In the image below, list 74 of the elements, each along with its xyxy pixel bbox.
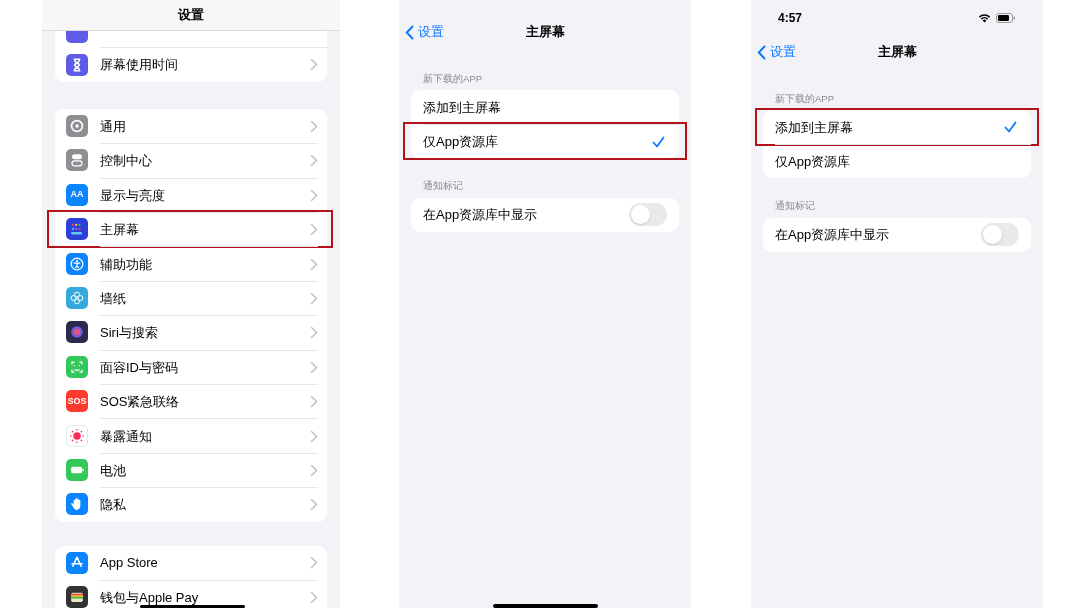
app-icon: AA	[66, 183, 88, 206]
app-icon: SOS	[66, 390, 88, 413]
chevron-icon	[310, 119, 318, 133]
chevron-icon	[310, 498, 318, 512]
option-row[interactable]: 仅App资源库	[775, 144, 1031, 179]
toggle-row[interactable]: 在App资源库中显示	[775, 217, 1031, 252]
chevron-icon	[310, 154, 318, 168]
row-label: 钱包与Apple Pay	[100, 591, 199, 605]
back-button[interactable]: 设置	[757, 42, 796, 62]
row-label: 墙纸	[100, 292, 126, 306]
row-label: 仅App资源库	[423, 133, 500, 151]
chevron-icon	[310, 58, 318, 72]
row-label: 屏幕使用时间	[100, 58, 178, 72]
chevron-icon	[310, 188, 318, 202]
row-label: SOS紧急联络	[100, 395, 180, 409]
section-header: 新下载的APP	[422, 72, 483, 86]
settings-row[interactable]: AA 显示与亮度	[55, 177, 327, 213]
row-label: 仅App资源库	[775, 153, 852, 171]
toggle-switch[interactable]	[981, 223, 1019, 246]
settings-row[interactable]: 辅助功能	[55, 246, 327, 281]
screen-title: 主屏幕	[877, 43, 917, 62]
settings-row[interactable]: 控制中心	[55, 143, 327, 178]
settings-row[interactable]: 通用	[55, 108, 327, 144]
settings-row[interactable]: 电池	[55, 452, 327, 488]
row-label: 暴露通知	[100, 429, 152, 443]
screen-title: 主屏幕	[525, 23, 565, 42]
settings-row[interactable]: 墙纸	[55, 280, 327, 316]
settings-row[interactable]: 屏幕使用时间	[55, 47, 327, 82]
section-header: 通知标记	[774, 199, 816, 214]
row-label: 主屏幕	[100, 223, 139, 237]
option-row[interactable]: 添加到主屏幕	[775, 110, 1031, 145]
toggle-switch[interactable]	[629, 203, 667, 226]
row-label: App Store	[100, 556, 158, 570]
settings-row[interactable]: 暴露通知	[55, 418, 327, 453]
row-label: Siri与搜索	[100, 326, 158, 340]
row-label: 在App资源库中显示	[775, 225, 891, 244]
chevron-icon	[310, 395, 318, 409]
chevron-icon	[310, 360, 318, 374]
row-label: 面容ID与密码	[100, 360, 178, 374]
row-label: 电池	[100, 464, 126, 477]
chevron-left-icon	[405, 24, 414, 40]
settings-row[interactable]: SOS SOS紧急联络	[55, 384, 327, 419]
chevron-icon	[310, 556, 318, 570]
row-label: 添加到主屏幕	[775, 118, 854, 137]
status-time: 4:57	[778, 9, 804, 27]
row-label: 显示与亮度	[100, 188, 165, 202]
settings-row[interactable]: App Store	[55, 545, 327, 580]
chevron-icon	[310, 429, 318, 443]
row-label: 通用	[100, 119, 126, 133]
back-button[interactable]: 设置	[405, 22, 444, 42]
settings-row[interactable]: 隐私	[55, 487, 327, 522]
battery-icon	[996, 12, 1016, 23]
row-label: 辅助功能	[100, 257, 152, 271]
option-row[interactable]: 仅App资源库	[423, 124, 679, 159]
chevron-icon	[310, 326, 318, 340]
chevron-icon	[310, 257, 318, 271]
wifi-icon	[978, 12, 991, 23]
settings-row[interactable]: Siri与搜索	[55, 315, 327, 350]
row-label: 添加到主屏幕	[423, 98, 502, 117]
settings-row[interactable]: 主屏幕	[55, 212, 327, 247]
chevron-icon	[310, 464, 318, 477]
settings-row[interactable]: 面容ID与密码	[55, 349, 327, 384]
chevron-left-icon	[757, 44, 766, 60]
option-row[interactable]: 添加到主屏幕	[423, 90, 679, 125]
screen-title: 设置	[178, 6, 204, 25]
section-header: 通知标记	[422, 179, 464, 194]
toggle-row[interactable]: 在App资源库中显示	[423, 197, 679, 232]
row-label: 控制中心	[100, 154, 152, 168]
chevron-icon	[310, 591, 318, 605]
section-header: 新下载的APP	[774, 92, 835, 106]
chevron-icon	[310, 223, 318, 237]
row-label: 隐私	[100, 498, 126, 512]
row-label: 在App资源库中显示	[423, 205, 539, 224]
chevron-icon	[310, 292, 318, 306]
